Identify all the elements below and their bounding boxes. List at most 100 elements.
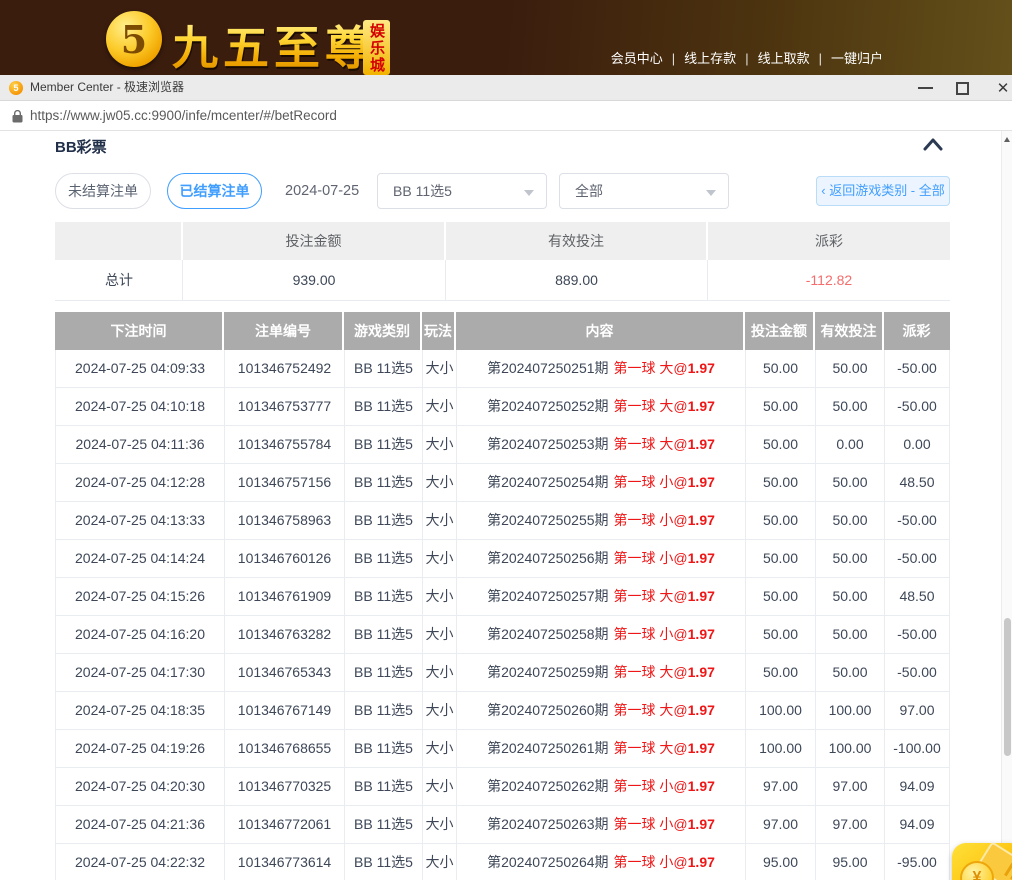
cell-payout: 97.00: [885, 692, 950, 729]
cell-game-type: BB 11选5: [345, 502, 423, 539]
cell-play-type: 大小: [423, 692, 457, 729]
scrollbar-thumb[interactable]: [1004, 618, 1011, 756]
summary-total-row: 总计 939.00 889.00 -112.82: [55, 260, 950, 301]
vertical-scrollbar[interactable]: [1001, 131, 1012, 880]
cell-game-type: BB 11选5: [345, 464, 423, 501]
table-row: 2024-07-25 04:11:36 101346755784 BB 11选5…: [55, 426, 950, 464]
browser-logo-glyph: 5: [9, 81, 23, 95]
bet-period: 第202407250262期: [487, 778, 608, 794]
cell-bet-time: 2024-07-25 04:10:18: [55, 388, 225, 425]
bet-odds: 1.97: [688, 626, 715, 642]
maximize-button[interactable]: [956, 82, 969, 95]
bet-period: 第202407250255期: [487, 512, 608, 528]
nav-withdraw[interactable]: 线上取款: [758, 51, 810, 66]
summary-total-label: 总计: [55, 260, 183, 300]
bet-period: 第202407250253期: [487, 436, 608, 452]
cell-play-type: 大小: [423, 426, 457, 463]
cell-order-id: 101346767149: [225, 692, 345, 729]
bet-pick: 第一球 小@: [614, 512, 688, 528]
cell-order-id: 101346761909: [225, 578, 345, 615]
bet-pick: 第一球 大@: [614, 702, 688, 718]
cell-bet-time: 2024-07-25 04:09:33: [55, 350, 225, 387]
cell-bet-amount: 50.00: [746, 654, 816, 691]
cell-game-type: BB 11选5: [345, 806, 423, 843]
bet-odds: 1.97: [688, 360, 715, 376]
bet-odds: 1.97: [688, 474, 715, 490]
bet-pick: 第一球 小@: [614, 816, 688, 832]
cell-payout: 48.50: [885, 464, 950, 501]
scope-select-value: 全部: [575, 183, 603, 199]
cell-valid-bet: 97.00: [816, 768, 885, 805]
table-row: 2024-07-25 04:13:33 101346758963 BB 11选5…: [55, 502, 950, 540]
cell-game-type: BB 11选5: [345, 388, 423, 425]
unsettled-tab[interactable]: 未结算注单: [55, 173, 151, 209]
table-row: 2024-07-25 04:22:32 101346773614 BB 11选5…: [55, 844, 950, 880]
cell-bet-time: 2024-07-25 04:22:32: [55, 844, 225, 880]
coin-banknote-icon[interactable]: ¥: [952, 843, 1012, 880]
scope-select[interactable]: 全部: [559, 173, 729, 209]
cell-bet-time: 2024-07-25 04:12:28: [55, 464, 225, 501]
summary-header-bet: 投注金额: [183, 222, 446, 260]
cell-bet-content: 第202407250260期第一球 大@1.97: [457, 692, 746, 729]
settled-tab[interactable]: 已结算注单: [167, 173, 262, 209]
logo-coin-icon: 5: [106, 11, 162, 67]
cell-valid-bet: 50.00: [816, 616, 885, 653]
nav-member-center[interactable]: 会员中心: [611, 51, 663, 66]
cell-bet-content: 第202407250252期第一球 大@1.97: [457, 388, 746, 425]
cell-bet-content: 第202407250259期第一球 大@1.97: [457, 654, 746, 691]
cell-payout: -50.00: [885, 502, 950, 539]
back-to-category-button[interactable]: ‹ 返回游戏类别 - 全部: [816, 176, 950, 206]
bet-odds: 1.97: [688, 436, 715, 452]
cell-game-type: BB 11选5: [345, 616, 423, 653]
window-title: Member Center - 极速浏览器: [30, 75, 184, 100]
cell-play-type: 大小: [423, 616, 457, 653]
browser-titlebar: 5 Member Center - 极速浏览器: [0, 75, 1012, 101]
cell-payout: 0.00: [885, 426, 950, 463]
bet-pick: 第一球 大@: [614, 398, 688, 414]
cell-bet-time: 2024-07-25 04:15:26: [55, 578, 225, 615]
header-payout: 派彩: [884, 312, 949, 350]
nav-one-key-transfer[interactable]: 一键归户: [831, 51, 883, 66]
cell-bet-content: 第202407250251期第一球 大@1.97: [457, 350, 746, 387]
cell-bet-time: 2024-07-25 04:20:30: [55, 768, 225, 805]
bet-table-header: 下注时间 注单编号 游戏类别 玩法 内容 投注金额 有效投注 派彩: [55, 312, 950, 350]
cell-payout: -95.00: [885, 844, 950, 880]
bet-period: 第202407250256期: [487, 550, 608, 566]
header-content: 内容: [456, 312, 745, 350]
bet-pick: 第一球 大@: [614, 588, 688, 604]
cell-valid-bet: 50.00: [816, 502, 885, 539]
table-row: 2024-07-25 04:16:20 101346763282 BB 11选5…: [55, 616, 950, 654]
minimize-button[interactable]: [918, 87, 933, 89]
date-picker[interactable]: 2024-07-25: [285, 173, 359, 209]
table-row: 2024-07-25 04:19:26 101346768655 BB 11选5…: [55, 730, 950, 768]
cell-order-id: 101346768655: [225, 730, 345, 767]
bet-odds: 1.97: [688, 854, 715, 870]
cell-order-id: 101346753777: [225, 388, 345, 425]
bet-pick: 第一球 大@: [614, 664, 688, 680]
cell-bet-time: 2024-07-25 04:11:36: [55, 426, 225, 463]
bet-pick: 第一球 大@: [614, 360, 688, 376]
summary-header-blank: [55, 222, 183, 260]
nav-separator: |: [819, 51, 822, 66]
game-select[interactable]: BB 11选5: [377, 173, 547, 209]
cell-order-id: 101346760126: [225, 540, 345, 577]
nav-deposit[interactable]: 线上存款: [684, 51, 736, 66]
cell-valid-bet: 100.00: [816, 730, 885, 767]
url-text[interactable]: https://www.jw05.cc:9900/infe/mcenter/#/…: [30, 101, 337, 130]
cell-bet-amount: 100.00: [746, 692, 816, 729]
cell-bet-time: 2024-07-25 04:13:33: [55, 502, 225, 539]
summary-header-row: 投注金额 有效投注 派彩: [55, 222, 950, 260]
close-button[interactable]: ✕: [992, 75, 1012, 101]
cell-order-id: 101346765343: [225, 654, 345, 691]
bet-odds: 1.97: [688, 702, 715, 718]
triangle-up-icon[interactable]: [1004, 137, 1010, 142]
cell-play-type: 大小: [423, 806, 457, 843]
chevron-up-icon[interactable]: [922, 136, 944, 152]
cell-valid-bet: 0.00: [816, 426, 885, 463]
table-row: 2024-07-25 04:18:35 101346767149 BB 11选5…: [55, 692, 950, 730]
cell-game-type: BB 11选5: [345, 350, 423, 387]
url-bar[interactable]: https://www.jw05.cc:9900/infe/mcenter/#/…: [0, 101, 1012, 131]
table-row: 2024-07-25 04:12:28 101346757156 BB 11选5…: [55, 464, 950, 502]
bet-period: 第202407250252期: [487, 398, 608, 414]
chevron-down-icon: [524, 190, 534, 196]
